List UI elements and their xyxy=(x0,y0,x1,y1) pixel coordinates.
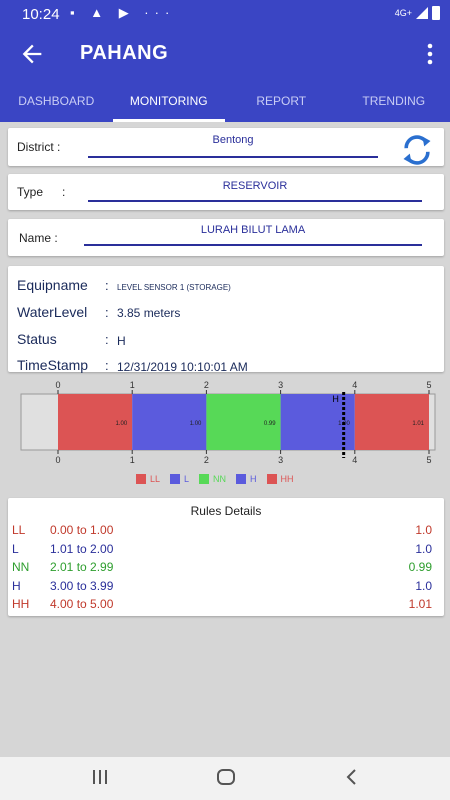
signal-icon xyxy=(416,7,428,19)
tab-bar: DASHBOARD MONITORING REPORT TRENDING xyxy=(0,80,450,122)
district-card: District : Bentong xyxy=(8,128,444,166)
tick-label-top: 4 xyxy=(352,380,357,390)
type-colon: : xyxy=(62,185,66,199)
equipment-info-card: Equipname : LEVEL SENSOR 1 (STORAGE) Wat… xyxy=(8,266,444,374)
legend-item-l: L xyxy=(170,474,189,484)
waterlevel-value: 3.85 meters xyxy=(117,306,181,320)
type-label: Type xyxy=(17,185,44,199)
tab-dashboard[interactable]: DASHBOARD xyxy=(0,80,113,122)
rule-range: 0.00 to 1.00 xyxy=(50,523,114,537)
status-value: H xyxy=(117,334,126,348)
rule-value: 1.0 xyxy=(415,523,432,537)
tick-label-bottom: 4 xyxy=(352,455,357,465)
legend-label: L xyxy=(184,474,190,484)
rule-code: L xyxy=(12,541,19,556)
status-label: Status xyxy=(17,331,57,347)
home-icon[interactable] xyxy=(214,767,238,787)
district-label: District : xyxy=(17,140,61,154)
tick-label-top: 1 xyxy=(130,380,135,390)
timestamp-colon: : xyxy=(105,358,109,373)
equipname-colon: : xyxy=(105,278,109,293)
tick-label-top: 5 xyxy=(426,380,431,390)
rule-value: 0.99 xyxy=(408,560,432,574)
legend-swatch xyxy=(136,474,146,484)
rule-code: LL xyxy=(12,523,26,537)
status-time: 10:24 xyxy=(22,6,60,23)
segment-label-ll: 1.00 xyxy=(116,421,128,427)
type-select[interactable]: RESERVOIR xyxy=(88,180,422,192)
legend-swatch xyxy=(236,474,247,484)
system-nav-bar xyxy=(0,757,450,800)
tab-monitoring[interactable]: MONITORING xyxy=(112,80,226,122)
refresh-icon[interactable] xyxy=(398,132,436,168)
segment-label-l: 1.00 xyxy=(190,421,202,427)
tick-label-top: 2 xyxy=(204,380,209,390)
segment-label-hh: 1.01 xyxy=(412,421,424,427)
rule-value: 1.0 xyxy=(415,541,432,556)
rule-code: NN xyxy=(12,560,30,574)
tab-report[interactable]: REPORT xyxy=(225,80,338,122)
legend-item-h: H xyxy=(236,474,257,484)
more-vert-icon[interactable] xyxy=(426,42,434,66)
legend-item-ll: LL xyxy=(136,474,160,484)
legend-swatch xyxy=(170,474,181,484)
name-underline xyxy=(84,244,422,246)
tick-label-bottom: 1 xyxy=(130,455,135,465)
timestamp-value: 12/31/2019 10:10:01 AM xyxy=(117,360,248,374)
equipname-label: Equipname xyxy=(17,277,88,293)
rules-details-card: Rules Details LL 0.00 to 1.00 1.0 L 1.01 to … xyxy=(8,498,444,616)
legend-label: H xyxy=(250,474,257,484)
waterlevel-label: WaterLevel xyxy=(17,304,88,320)
status-colon: : xyxy=(105,332,109,347)
name-select[interactable]: LURAH BILUT LAMA xyxy=(84,224,422,236)
segment-label-nn: 0.99 xyxy=(264,421,276,427)
rule-range: 1.01 to 2.00 xyxy=(50,541,114,556)
legend-label: HH xyxy=(280,474,294,484)
rule-range: 3.00 to 3.99 xyxy=(50,578,114,593)
rule-value: 1.01 xyxy=(408,597,432,611)
tick-label-top: 0 xyxy=(55,380,60,390)
district-select[interactable]: Bentong xyxy=(88,134,378,146)
rule-code: HH xyxy=(12,597,30,611)
legend-label: NN xyxy=(213,474,227,484)
district-underline xyxy=(88,156,378,158)
legend-item-hh: HH xyxy=(266,474,294,484)
tick-label-bottom: 5 xyxy=(426,455,431,465)
type-card: Type : RESERVOIR xyxy=(8,174,444,210)
chart-legend: LL L NN H HH xyxy=(136,474,294,484)
timestamp-label: TimeStamp xyxy=(17,357,89,373)
app-bar: PAHANG xyxy=(0,28,450,80)
status-indicators: 4G+ xyxy=(395,6,440,20)
type-underline xyxy=(88,200,422,202)
legend-swatch xyxy=(199,474,210,484)
back-nav-icon[interactable] xyxy=(340,767,364,787)
level-chart: 1.001.000.991.001.01001122334455H xyxy=(20,380,436,465)
status-bar: 10:24 ▪ ▲ ▶ ··· 4G+ xyxy=(0,0,450,28)
rule-range: 4.00 to 5.00 xyxy=(50,597,114,611)
legend-swatch xyxy=(266,474,277,484)
legend-item-nn: NN xyxy=(199,474,226,484)
network-type: 4G+ xyxy=(394,8,412,18)
rule-value: 1.0 xyxy=(415,578,432,593)
rule-code: H xyxy=(12,578,21,593)
legend-label: LL xyxy=(150,474,161,484)
equipname-value: LEVEL SENSOR 1 (STORAGE) xyxy=(117,283,231,292)
tick-label-bottom: 3 xyxy=(278,455,283,465)
recent-apps-icon[interactable] xyxy=(88,767,112,787)
name-label: Name : xyxy=(19,231,58,245)
notification-icons: ▪ ▲ ▶ ··· xyxy=(70,5,176,20)
waterlevel-colon: : xyxy=(105,305,109,320)
battery-icon xyxy=(432,6,440,20)
tick-label-bottom: 2 xyxy=(204,455,209,465)
rules-title: Rules Details xyxy=(190,504,262,518)
tab-trending[interactable]: TRENDING xyxy=(338,80,450,122)
back-arrow-icon[interactable] xyxy=(18,40,46,68)
tick-label-bottom: 0 xyxy=(55,455,60,465)
rule-range: 2.01 to 2.99 xyxy=(50,560,114,574)
page-title: PAHANG xyxy=(80,42,169,64)
marker-label: H xyxy=(332,394,339,404)
name-card: Name : LURAH BILUT LAMA xyxy=(8,219,444,256)
tick-label-top: 3 xyxy=(278,380,283,390)
